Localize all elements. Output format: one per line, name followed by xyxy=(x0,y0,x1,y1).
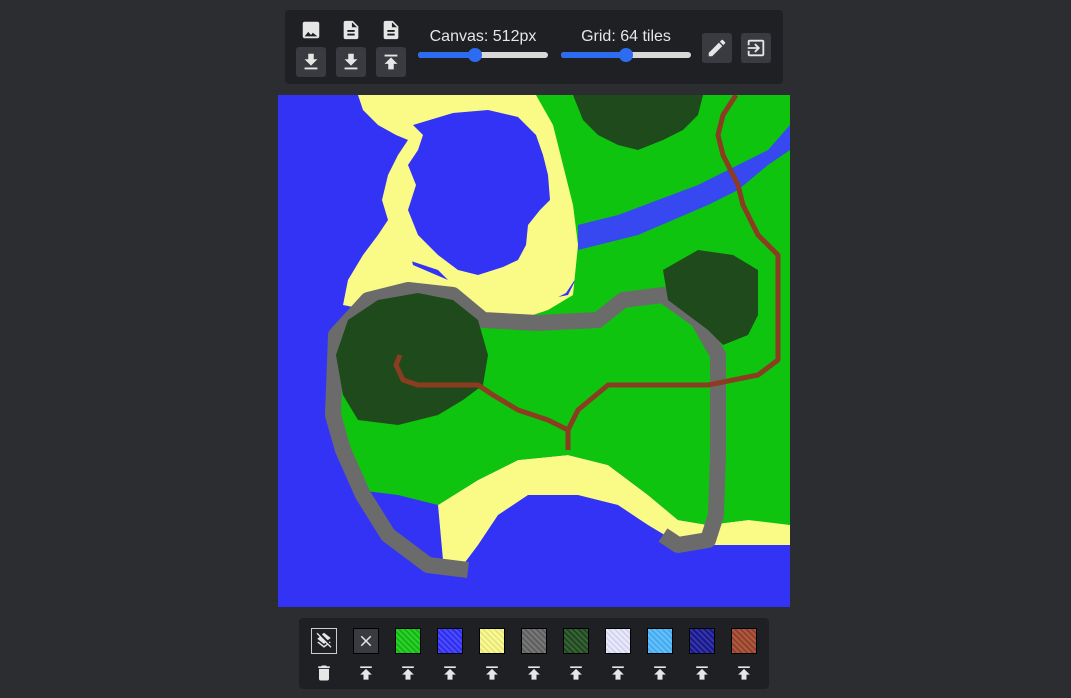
palette-stone[interactable] xyxy=(521,628,547,684)
deep-water-swatch[interactable] xyxy=(689,628,715,654)
file-icon xyxy=(343,20,359,40)
upload-tile-button[interactable] xyxy=(353,662,379,684)
upload-icon xyxy=(654,666,666,680)
draw-tool-button[interactable] xyxy=(702,33,732,63)
brick-swatch[interactable] xyxy=(731,628,757,654)
canvas-size-slider[interactable] xyxy=(418,48,548,62)
upload-icon xyxy=(696,666,708,680)
palette-brick[interactable] xyxy=(731,628,757,684)
upload-file-button[interactable] xyxy=(376,47,406,77)
sand-swatch[interactable] xyxy=(479,628,505,654)
upload-icon xyxy=(612,666,624,680)
new-file-button[interactable] xyxy=(336,15,366,45)
upload-icon xyxy=(360,666,372,680)
upload-icon xyxy=(402,666,414,680)
canvas-size-fill xyxy=(418,52,476,58)
erase-swatch[interactable] xyxy=(353,628,379,654)
grid-size-control: Grid: 64 tiles xyxy=(561,28,691,62)
snow-swatch[interactable] xyxy=(605,628,631,654)
close-icon xyxy=(360,635,372,647)
tile-map-canvas[interactable] xyxy=(278,95,790,607)
upload-tile-button[interactable] xyxy=(563,662,589,684)
grid-size-slider[interactable] xyxy=(561,48,691,62)
upload-tile-button[interactable] xyxy=(479,662,505,684)
upload-icon xyxy=(738,666,750,680)
grid-size-fill xyxy=(561,52,626,58)
toolbar: Canvas: 512px Grid: 64 tiles xyxy=(285,10,783,84)
palette-grass[interactable] xyxy=(395,628,421,684)
upload-tile-button[interactable] xyxy=(395,662,421,684)
palette-ice[interactable] xyxy=(647,628,673,684)
upload-icon xyxy=(486,666,498,680)
ice-swatch[interactable] xyxy=(647,628,673,654)
download-image-button[interactable] xyxy=(296,47,326,77)
canvas-size-thumb[interactable] xyxy=(468,48,483,62)
tile-palette xyxy=(299,618,769,689)
new-image-button[interactable] xyxy=(296,15,326,45)
palette-layers[interactable] xyxy=(311,628,337,684)
exit-icon xyxy=(747,39,765,57)
exit-button[interactable] xyxy=(741,33,771,63)
download-icon xyxy=(344,53,358,70)
open-file-button[interactable] xyxy=(376,15,406,45)
water-swatch[interactable] xyxy=(437,628,463,654)
forest-swatch[interactable] xyxy=(563,628,589,654)
canvas-size-label: Canvas: 512px xyxy=(429,28,537,45)
palette-snow[interactable] xyxy=(605,628,631,684)
upload-tile-button[interactable] xyxy=(689,662,715,684)
palette-erase[interactable] xyxy=(353,628,379,684)
upload-tile-button[interactable] xyxy=(647,662,673,684)
trash-icon xyxy=(318,665,330,681)
download-icon xyxy=(304,53,318,70)
canvas-size-control: Canvas: 512px xyxy=(418,28,548,62)
palette-sand[interactable] xyxy=(479,628,505,684)
palette-water[interactable] xyxy=(437,628,463,684)
grass-swatch[interactable] xyxy=(395,628,421,654)
palette-deep-water[interactable] xyxy=(689,628,715,684)
palette-forest[interactable] xyxy=(563,628,589,684)
upload-icon xyxy=(444,666,456,680)
image-icon xyxy=(302,21,320,39)
upload-tile-button[interactable] xyxy=(521,662,547,684)
upload-tile-button[interactable] xyxy=(731,662,757,684)
upload-icon xyxy=(384,54,398,70)
pencil-icon xyxy=(708,39,726,57)
upload-icon xyxy=(528,666,540,680)
upload-tile-button[interactable] xyxy=(437,662,463,684)
upload-tile-button[interactable] xyxy=(605,662,631,684)
delete-button[interactable] xyxy=(311,662,337,684)
stone-swatch[interactable] xyxy=(521,628,547,654)
tile-map[interactable] xyxy=(278,95,790,607)
grid-size-thumb[interactable] xyxy=(619,48,633,62)
file-icon xyxy=(383,20,399,40)
grid-size-label: Grid: 64 tiles xyxy=(581,28,671,45)
download-file-button[interactable] xyxy=(336,47,366,77)
layers-swatch[interactable] xyxy=(311,628,337,654)
layers-clear-icon xyxy=(316,632,332,648)
upload-icon xyxy=(570,666,582,680)
